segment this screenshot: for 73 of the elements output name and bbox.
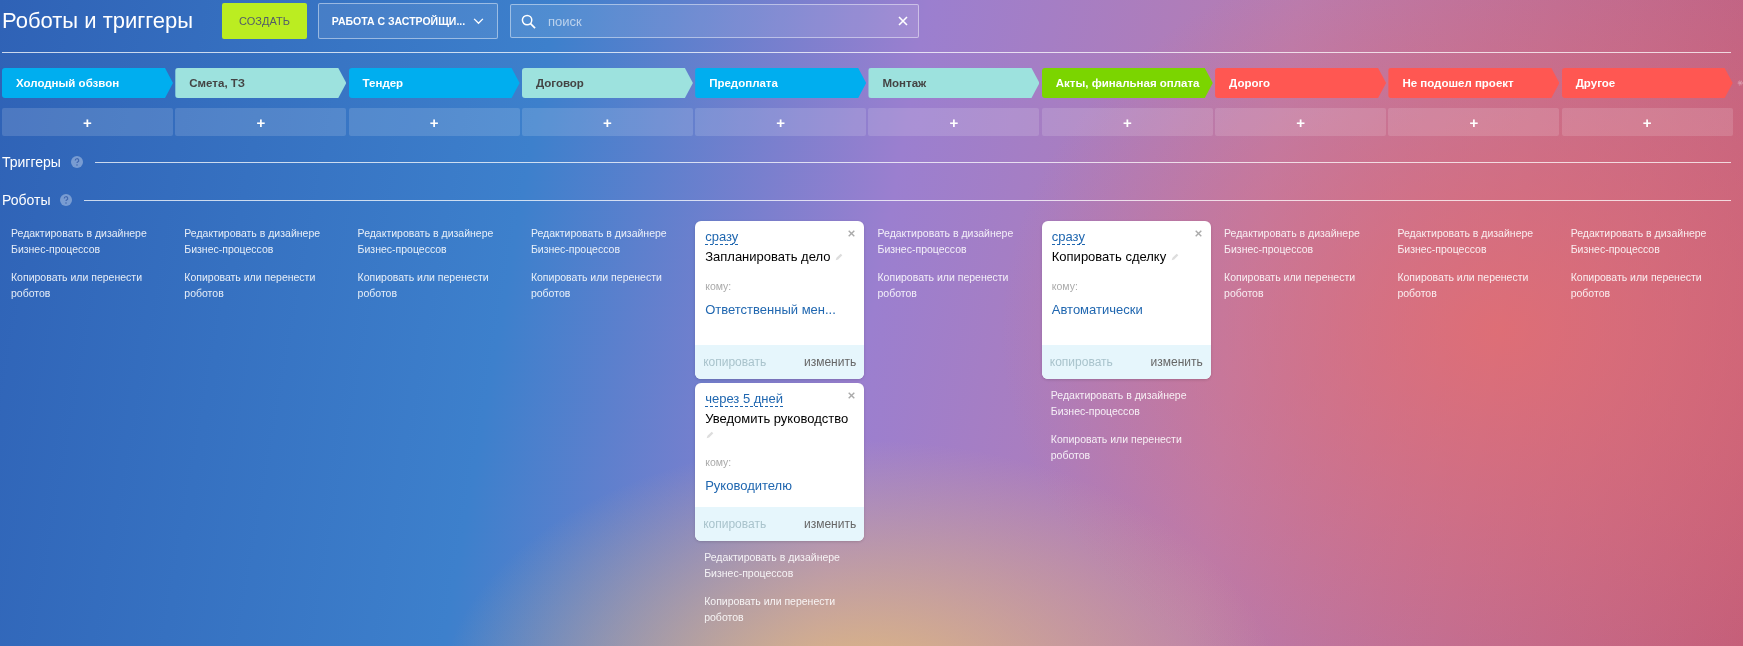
stage-tab[interactable]: Смета, ТЗ: [175, 68, 347, 98]
stage-tab[interactable]: Тендер: [348, 68, 520, 98]
robot-link[interactable]: Копировать или перенести роботов: [530, 269, 681, 301]
robot-link[interactable]: Копировать или перенести роботов: [1570, 269, 1721, 301]
pipeline-dropdown[interactable]: РАБОТА С ЗАСТРОЙЩИ...: [318, 3, 498, 39]
recipient-value: Руководителю: [705, 478, 792, 493]
create-button[interactable]: СОЗДАТЬ: [222, 3, 307, 39]
robot-link[interactable]: Копировать или перенести роботов: [11, 269, 161, 301]
close-icon: [898, 16, 908, 26]
robot-link[interactable]: Редактировать в дизайнере Бизнес-процессов: [1224, 225, 1375, 257]
search-field[interactable]: поиск: [510, 4, 919, 38]
robot-link[interactable]: Копировать или перенести роботов: [184, 269, 335, 301]
edit-button[interactable]: изменить: [803, 355, 857, 369]
recipient-label: кому:: [705, 456, 732, 468]
page-title: Роботы и триггеры: [2, 8, 195, 34]
close-icon: [1194, 230, 1202, 237]
robot-link[interactable]: Редактировать в дизайнере Бизнес-процессов: [530, 225, 681, 257]
edit-button[interactable]: изменить: [1150, 355, 1203, 369]
close-icon: [848, 392, 856, 399]
stage-tab[interactable]: Договор: [521, 68, 693, 98]
search-icon: [521, 13, 536, 29]
recipient-label: кому:: [1051, 280, 1078, 292]
stage-tab[interactable]: Не подошел проект: [1388, 68, 1560, 98]
robot-link[interactable]: Редактировать в дизайнере Бизнес-процессов: [1570, 225, 1721, 257]
close-icon: [848, 230, 856, 237]
robot-link[interactable]: Копировать или перенести роботов: [1224, 269, 1375, 301]
robot-link[interactable]: Копировать или перенести роботов: [877, 269, 1028, 301]
robot-title: Копировать сделку: [1051, 249, 1167, 264]
stage-tab[interactable]: Монтаж: [868, 68, 1040, 98]
recipient-value: Автоматически: [1051, 302, 1143, 317]
add-robot-button[interactable]: +: [1215, 108, 1387, 136]
add-robot-button[interactable]: +: [1388, 108, 1560, 136]
stage-tab[interactable]: Холодный обзвон: [2, 68, 173, 98]
section-title: Роботы: [2, 192, 51, 208]
robot-link[interactable]: Редактировать в дизайнере Бизнес-процессов: [877, 225, 1028, 257]
recipient-label: кому:: [705, 280, 732, 292]
robot-link[interactable]: Редактировать в дизайнере Бизнес-процессов: [1397, 225, 1548, 257]
stage-tab[interactable]: Предоплата: [695, 68, 867, 98]
robot-link[interactable]: Копировать или перенести роботов: [1397, 269, 1548, 301]
robot-link[interactable]: Копировать или перенести роботов: [357, 269, 508, 301]
help-icon: [70, 156, 83, 168]
robot-link[interactable]: Редактировать в дизайнере Бизнес-процессов: [11, 225, 161, 257]
search-input[interactable]: поиск: [546, 12, 888, 30]
add-robot-button[interactable]: +: [695, 108, 867, 136]
stage-tab[interactable]: Акты, финальная оплата: [1041, 68, 1213, 98]
edit-button[interactable]: изменить: [803, 517, 857, 531]
add-robot-button[interactable]: +: [868, 108, 1040, 136]
pencil-icon: [1170, 251, 1181, 262]
add-robot-button[interactable]: +: [521, 108, 693, 136]
robot-link[interactable]: Редактировать в дизайнере Бизнес-процессов: [357, 225, 508, 257]
add-robot-button[interactable]: +: [2, 108, 173, 136]
caret-icon: [473, 17, 485, 25]
pencil-icon: [705, 430, 716, 440]
robot-link[interactable]: Редактировать в дизайнере Бизнес-процессов: [184, 225, 335, 257]
add-robot-button[interactable]: +: [1041, 108, 1213, 136]
robot-title: Уведомить руководство: [705, 411, 849, 426]
stage-tab[interactable]: Другое: [1561, 68, 1733, 98]
add-robot-button[interactable]: +: [348, 108, 520, 136]
pencil-icon: [834, 251, 845, 262]
robot-link[interactable]: Копировать или перенести роботов: [1050, 431, 1201, 463]
add-robot-button[interactable]: +: [175, 108, 347, 136]
recipient-value: Ответственный мен...: [705, 302, 836, 317]
stage-tab[interactable]: Дорого: [1215, 68, 1387, 98]
robot-title: Запланировать дело: [705, 249, 831, 264]
delay-link[interactable]: сразу: [1051, 229, 1085, 245]
robot-link[interactable]: Редактировать в дизайнере Бизнес-процессов: [1050, 387, 1201, 419]
robot-link[interactable]: Редактировать в дизайнере Бизнес-процессов: [704, 549, 855, 581]
delay-link[interactable]: сразу: [705, 229, 739, 245]
help-icon: [60, 194, 73, 206]
section-title: Триггеры: [2, 154, 61, 170]
add-robot-button[interactable]: +: [1561, 108, 1733, 136]
delay-link[interactable]: через 5 дней: [705, 391, 784, 407]
robot-link[interactable]: Копировать или перенести роботов: [704, 593, 855, 625]
